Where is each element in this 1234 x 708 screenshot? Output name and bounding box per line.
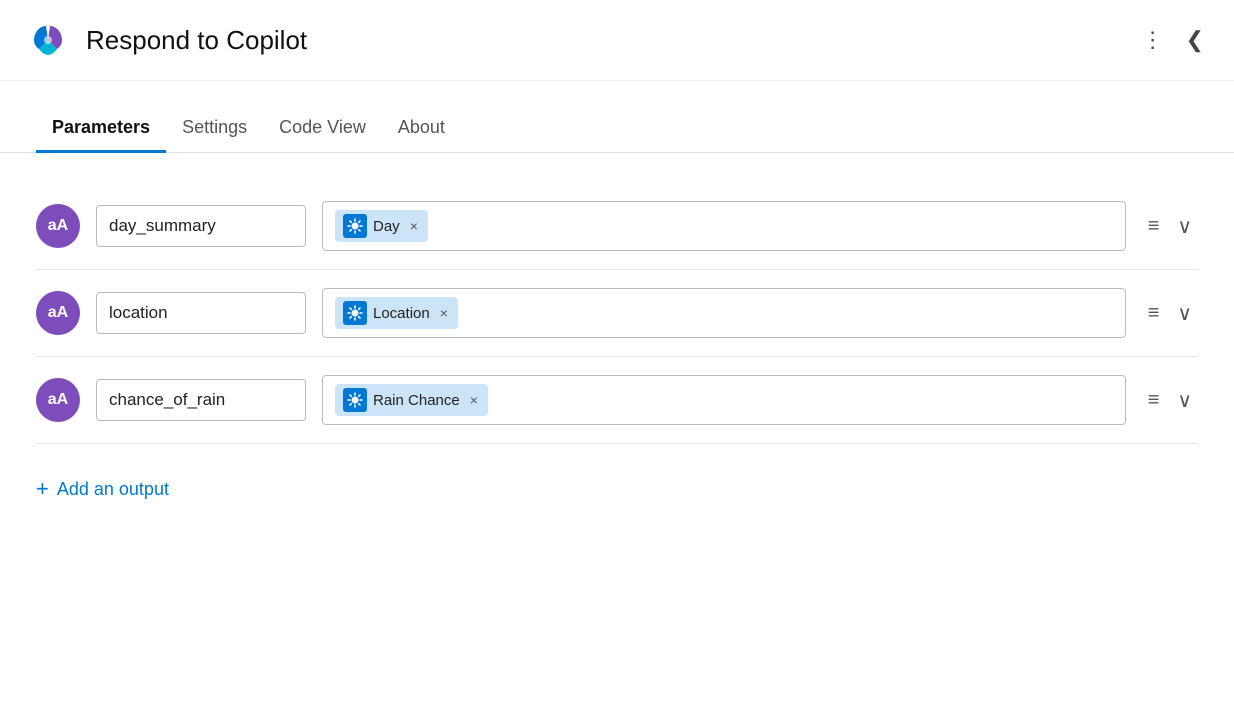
hamburger-icon: ≡: [1148, 389, 1160, 412]
app-title: Respond to Copilot: [86, 25, 307, 56]
token-icon-day: [343, 214, 367, 238]
param-value-rain[interactable]: Rain Chance ×: [322, 375, 1126, 425]
param-value-day-summary[interactable]: Day ×: [322, 201, 1126, 251]
token-label-day: Day: [373, 218, 400, 235]
avatar-location: aA: [36, 291, 80, 335]
row-actions-rain: ≡ ∨: [1142, 384, 1198, 417]
avatar-rain: aA: [36, 378, 80, 422]
add-output-button[interactable]: + Add an output: [36, 472, 169, 506]
more-icon: ⋮: [1142, 27, 1164, 53]
param-row-day-summary: aA day_summary: [36, 183, 1198, 270]
row-actions-location: ≡ ∨: [1142, 297, 1198, 330]
row-menu-location[interactable]: ≡: [1142, 298, 1166, 329]
token-close-day[interactable]: ×: [408, 219, 420, 233]
more-options-button[interactable]: ⋮: [1136, 21, 1170, 59]
header-left: Respond to Copilot: [24, 16, 307, 64]
avatar-day-summary: aA: [36, 204, 80, 248]
token-close-rain[interactable]: ×: [468, 393, 480, 407]
param-value-location[interactable]: Location ×: [322, 288, 1126, 338]
chevron-down-icon: ∨: [1177, 214, 1192, 239]
row-actions-day-summary: ≡ ∨: [1142, 210, 1198, 243]
chevron-down-icon: ∨: [1177, 388, 1192, 413]
row-expand-location[interactable]: ∨: [1171, 297, 1198, 330]
header-right: ⋮ ❮: [1136, 21, 1210, 59]
token-label-rain: Rain Chance: [373, 392, 460, 409]
row-menu-rain[interactable]: ≡: [1142, 385, 1166, 416]
tab-about[interactable]: About: [382, 105, 461, 153]
param-row-location: aA location Lo: [36, 270, 1198, 357]
param-row-rain: aA chance_of_rain: [36, 357, 1198, 444]
token-icon-rain: [343, 388, 367, 412]
token-icon-location: [343, 301, 367, 325]
chevron-down-icon: ∨: [1177, 301, 1192, 326]
row-menu-day-summary[interactable]: ≡: [1142, 211, 1166, 242]
row-expand-day-summary[interactable]: ∨: [1171, 210, 1198, 243]
back-icon: ❮: [1186, 27, 1204, 53]
param-name-rain[interactable]: chance_of_rain: [96, 379, 306, 421]
row-expand-rain[interactable]: ∨: [1171, 384, 1198, 417]
tab-settings[interactable]: Settings: [166, 105, 263, 153]
param-name-location[interactable]: location: [96, 292, 306, 334]
token-day: Day ×: [335, 210, 428, 242]
hamburger-icon: ≡: [1148, 302, 1160, 325]
token-label-location: Location: [373, 305, 430, 322]
add-output-label: Add an output: [57, 479, 169, 500]
tab-code-view[interactable]: Code View: [263, 105, 382, 153]
token-location: Location ×: [335, 297, 458, 329]
main-content: aA day_summary: [0, 153, 1234, 536]
token-rain: Rain Chance ×: [335, 384, 488, 416]
param-name-day-summary[interactable]: day_summary: [96, 205, 306, 247]
tab-bar: Parameters Settings Code View About: [0, 105, 1234, 153]
plus-icon: +: [36, 476, 49, 502]
token-close-location[interactable]: ×: [438, 306, 450, 320]
back-button[interactable]: ❮: [1180, 21, 1210, 59]
app-header: Respond to Copilot ⋮ ❮: [0, 0, 1234, 81]
tab-parameters[interactable]: Parameters: [36, 105, 166, 153]
app-logo: [24, 16, 72, 64]
hamburger-icon: ≡: [1148, 215, 1160, 238]
